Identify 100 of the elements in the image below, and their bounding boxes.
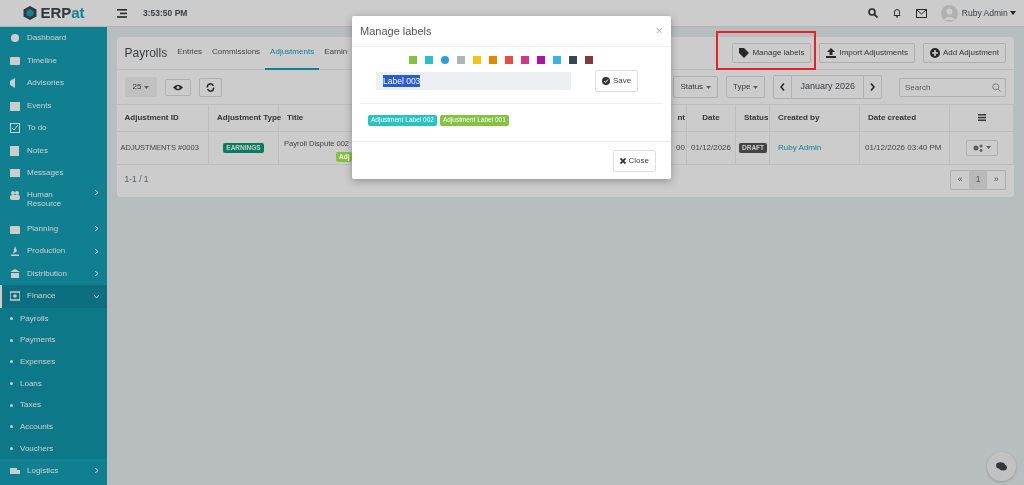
sidebar-item[interactable]: Dashboard: [0, 27, 107, 50]
eye-icon: [173, 83, 184, 91]
chevron-right-icon: [870, 83, 875, 91]
actions-button[interactable]: [965, 139, 998, 156]
column-header: Date created: [859, 105, 950, 131]
color-swatch[interactable]: [408, 56, 417, 64]
sidebar-item[interactable]: Logistics: [0, 459, 107, 482]
menu-icon[interactable]: [117, 8, 127, 18]
refresh-icon: [206, 82, 216, 92]
save-button[interactable]: Save: [595, 70, 639, 92]
column-header: Date: [686, 105, 736, 131]
color-swatch[interactable]: [456, 56, 465, 64]
people-icon: [10, 189, 20, 200]
search-icon: [992, 82, 1001, 92]
chevron-left-icon: [780, 83, 786, 91]
chevron-right-icon: [93, 248, 99, 254]
submenu-item[interactable]: Vouchers: [0, 437, 107, 460]
page-size-select[interactable]: 25: [124, 77, 158, 97]
color-swatch[interactable]: [440, 56, 449, 64]
filter-dropdown[interactable]: Type: [726, 76, 766, 98]
tab[interactable]: Entries: [172, 36, 208, 70]
color-swatch[interactable]: [536, 56, 545, 64]
close-button[interactable]: ×: [655, 21, 663, 41]
checkbox-icon: [10, 123, 20, 134]
tag-icon: [739, 48, 750, 58]
user-link[interactable]: Ruby Admin: [778, 142, 822, 152]
submenu-item[interactable]: Expenses: [0, 350, 107, 373]
visibility-button[interactable]: [165, 78, 192, 96]
refresh-button[interactable]: [199, 77, 223, 97]
color-swatch[interactable]: [472, 56, 481, 64]
chevron-down-icon: [93, 293, 99, 299]
tab[interactable]: Earnin: [319, 36, 353, 70]
chevron-right-icon: [93, 226, 99, 232]
submenu-item[interactable]: Accounts: [0, 415, 107, 438]
sidebar-item[interactable]: Finance: [0, 285, 107, 308]
tab[interactable]: Commissions: [207, 36, 266, 70]
chat-icon: [996, 462, 1007, 471]
pagination-button[interactable]: «: [951, 170, 969, 189]
column-header: Adjustment ID: [116, 105, 209, 131]
close-button[interactable]: Close: [612, 149, 656, 172]
upload-icon: [826, 48, 837, 58]
dialog-title: Manage labels: [360, 23, 432, 39]
color-swatch[interactable]: [520, 56, 529, 64]
table-cell: 00: [676, 142, 685, 152]
mail-icon[interactable]: [915, 8, 927, 18]
x-icon: [619, 157, 626, 164]
color-swatch[interactable]: [568, 56, 577, 64]
check-circle-icon: [602, 77, 610, 85]
filter-dropdown[interactable]: Status: [673, 76, 719, 98]
sidebar-item[interactable]: Messages: [0, 162, 107, 185]
submenu-item[interactable]: Taxes: [0, 394, 107, 416]
submenu-item[interactable]: Payments: [0, 329, 107, 351]
money-icon: [10, 291, 20, 302]
pagination-button[interactable]: »: [987, 170, 1005, 189]
avatar-icon: [940, 4, 958, 22]
sidebar-item[interactable]: To do: [0, 117, 107, 140]
bank-icon: [10, 268, 20, 279]
menu-icon[interactable]: [977, 114, 986, 122]
header-button[interactable]: Import Adjustments: [819, 43, 915, 63]
truck-icon: [10, 465, 20, 476]
column-header: Status: [735, 105, 770, 131]
sidebar-item[interactable]: Advisories: [0, 72, 107, 95]
sidebar-item[interactable]: Human Resource: [0, 184, 107, 218]
sidebar-item[interactable]: Notes: [0, 139, 107, 162]
label-name-field[interactable]: Label 003: [376, 72, 571, 90]
header-button[interactable]: Manage labels: [732, 43, 812, 63]
bell-icon[interactable]: [891, 8, 902, 18]
chevron-right-icon: [93, 468, 99, 474]
color-swatch[interactable]: [584, 56, 593, 64]
hexagon-logo-icon: [22, 5, 39, 21]
sidebar-item[interactable]: Production: [0, 240, 107, 263]
sidebar-item[interactable]: Planning: [0, 217, 107, 240]
caret-icon: [985, 146, 991, 149]
search-icon[interactable]: [867, 8, 878, 18]
color-swatch[interactable]: [552, 56, 561, 64]
tab[interactable]: Adjustments: [265, 36, 320, 70]
column-header: Created by: [769, 105, 860, 131]
plus-circle-icon: [929, 48, 940, 58]
gears-icon: [972, 143, 983, 152]
page-title: Payrolls: [124, 45, 168, 62]
user-menu[interactable]: Ruby Admin: [961, 6, 1016, 20]
chevron-right-icon: [93, 271, 99, 277]
column-header: Adjustment Type: [208, 105, 279, 131]
sidebar-item[interactable]: Events: [0, 94, 107, 117]
color-swatch[interactable]: [424, 56, 433, 64]
submenu-item[interactable]: Loans: [0, 372, 107, 395]
clock-time: 3:53:50 PM: [143, 6, 188, 20]
caret-icon: [144, 85, 150, 89]
sidebar-item[interactable]: Distribution: [0, 262, 107, 285]
header-button[interactable]: Add Adjustment: [922, 43, 1006, 63]
search-field[interactable]: Search: [899, 77, 1006, 97]
color-swatch[interactable]: [504, 56, 513, 64]
chat-button[interactable]: [987, 452, 1016, 481]
record-count: 1-1 / 1: [124, 173, 149, 186]
pagination-button[interactable]: 1: [969, 170, 987, 189]
color-swatch[interactable]: [488, 56, 497, 64]
submenu-item[interactable]: Payrolls: [0, 307, 107, 330]
chevron-right-icon: [93, 189, 99, 195]
pen-icon: [10, 246, 20, 257]
sidebar-item[interactable]: Timeline: [0, 49, 107, 72]
